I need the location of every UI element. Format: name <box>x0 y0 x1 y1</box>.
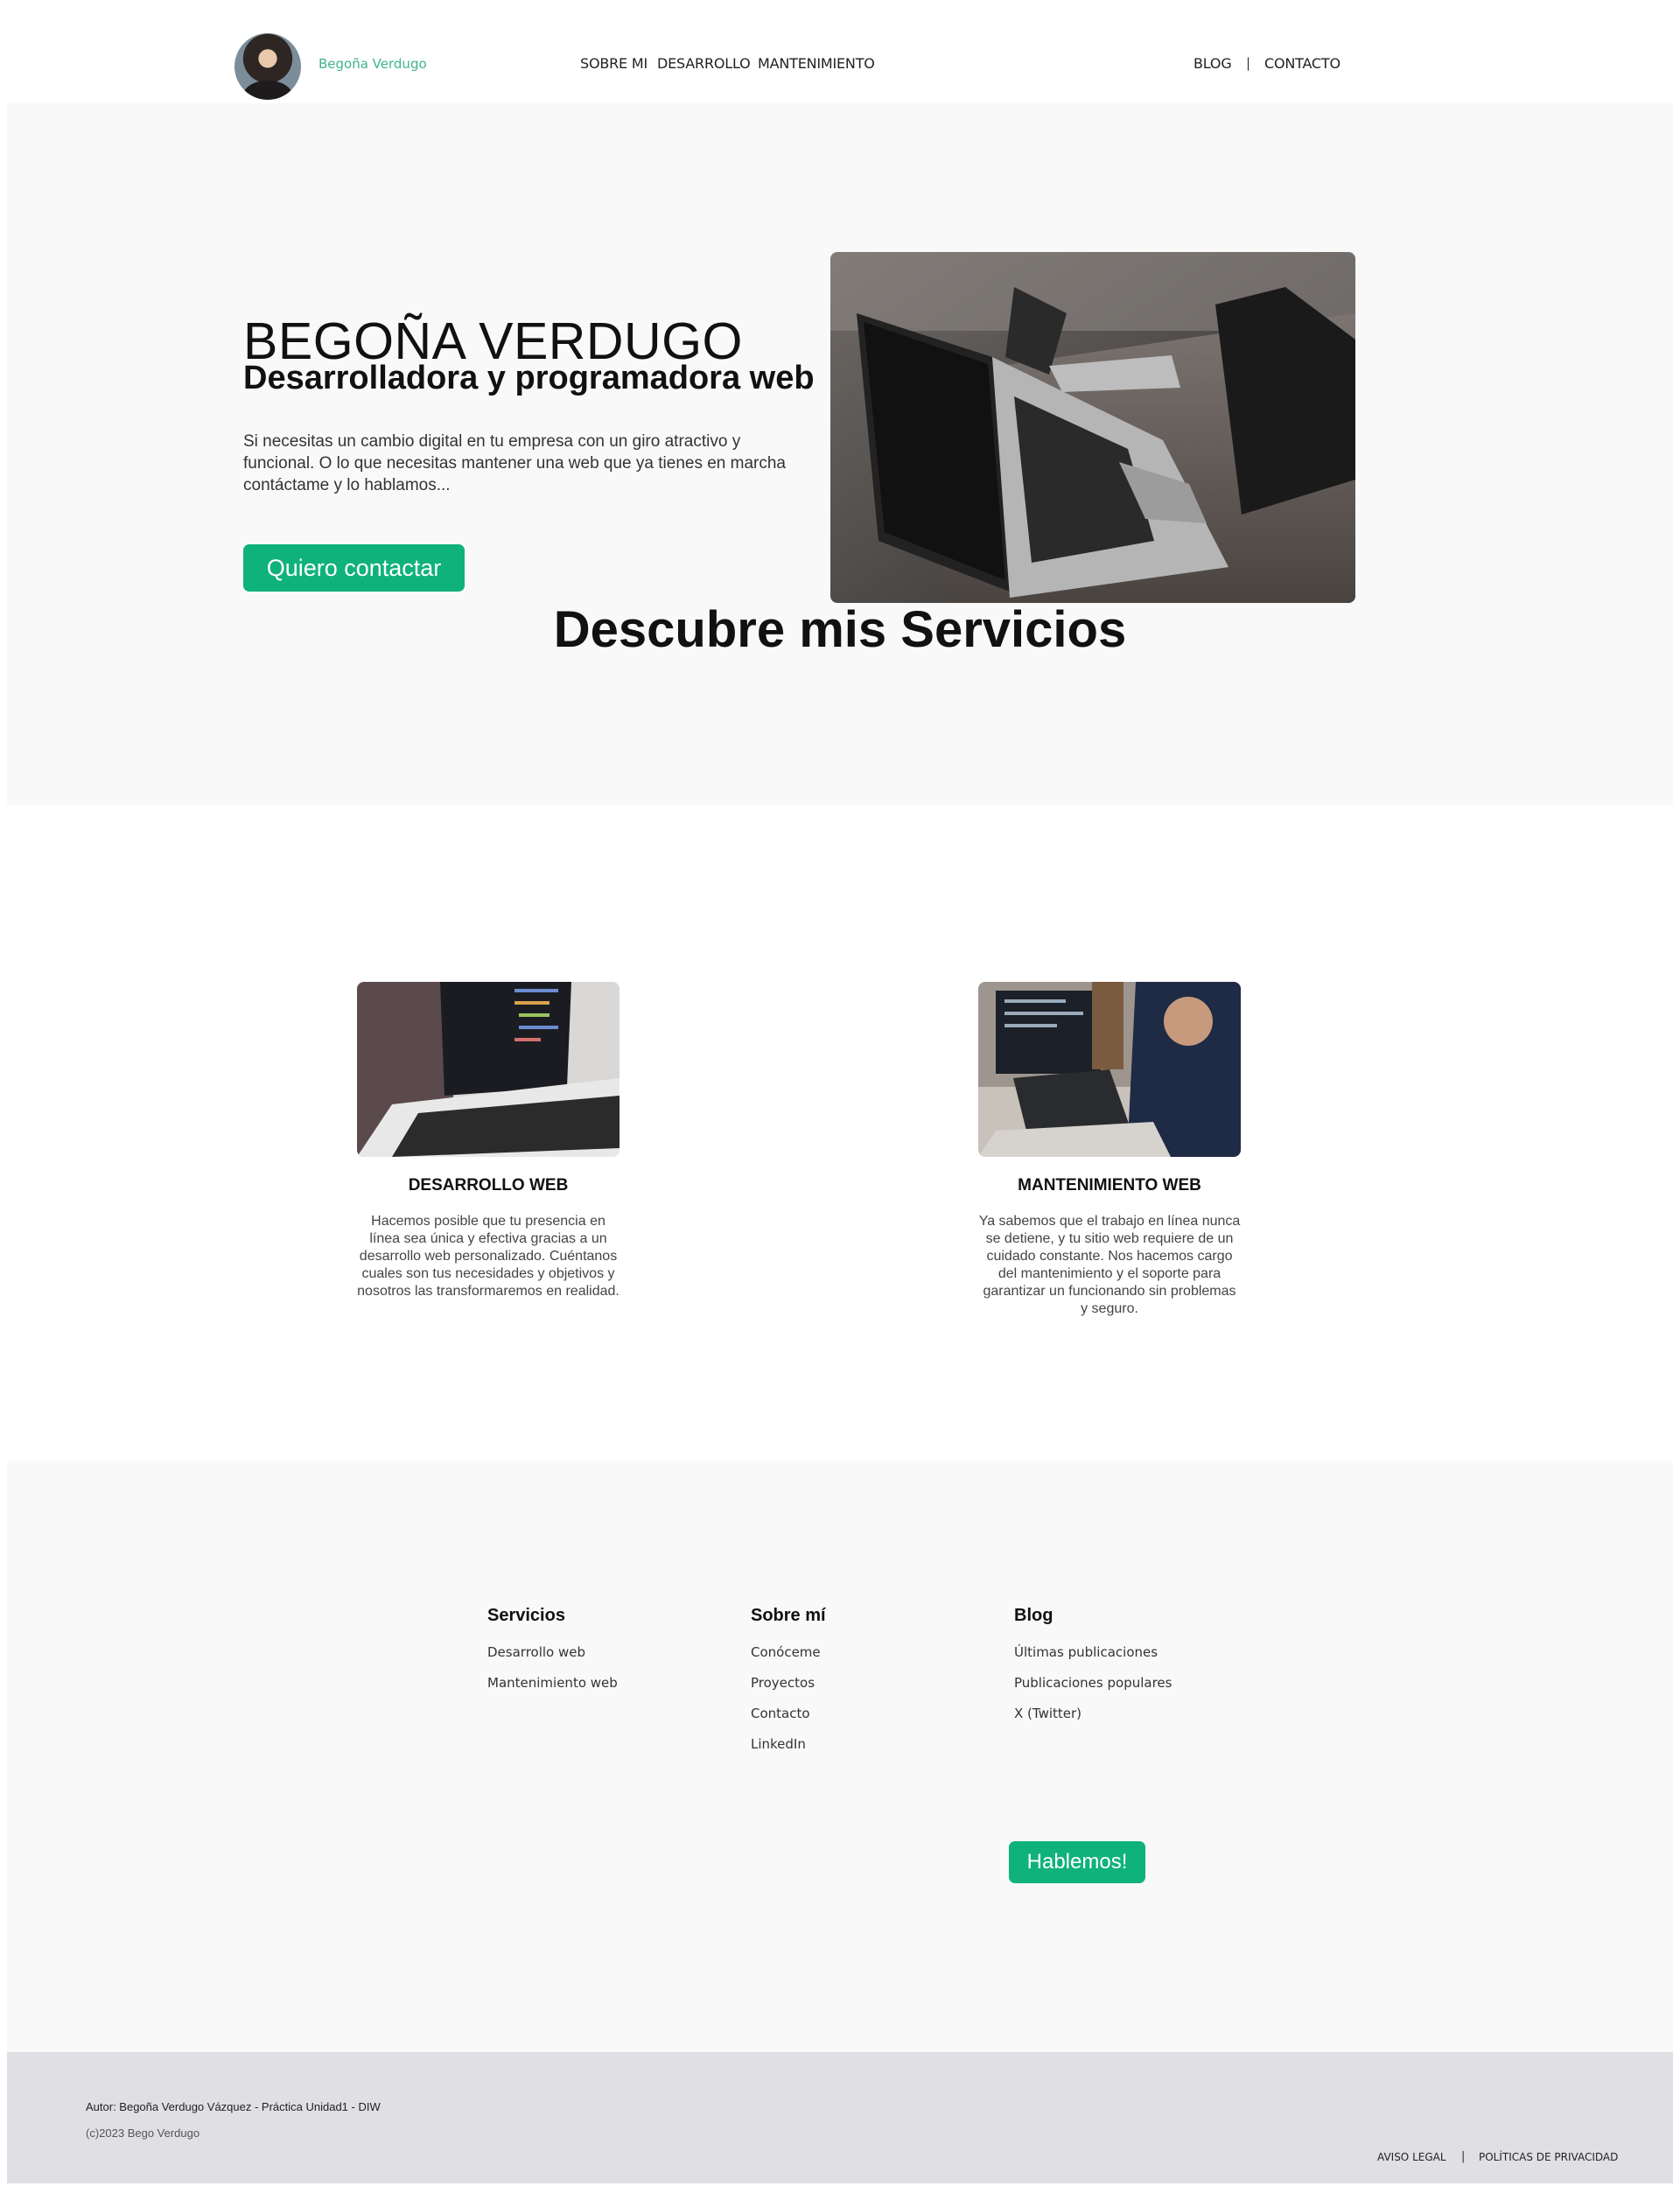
nav-contacto[interactable]: CONTACTO <box>1264 55 1340 72</box>
service-image-mantenimiento <box>978 982 1241 1157</box>
nav-mantenimiento[interactable]: MANTENIMIENTO <box>758 55 875 72</box>
footer-link-conoceme[interactable]: Conóceme <box>751 1644 821 1660</box>
nav-sobre-mi[interactable]: SOBRE MI <box>580 55 648 72</box>
footer-links-section <box>7 1461 1673 2052</box>
footer-link-contacto[interactable]: Contacto <box>751 1706 810 1721</box>
aviso-legal-link[interactable]: AVISO LEGAL <box>1377 2151 1446 2163</box>
privacy-policy-link[interactable]: POLÍTICAS DE PRIVACIDAD <box>1479 2151 1618 2163</box>
footer-link-twitter[interactable]: X (Twitter) <box>1014 1706 1082 1721</box>
nav-desarrollo[interactable]: DESARROLLO <box>657 55 751 72</box>
footer-link-linkedin[interactable]: LinkedIn <box>751 1736 806 1752</box>
hero-subtitle: Desarrolladora y programadora web <box>243 360 815 396</box>
author-credit: Autor: Begoña Verdugo Vázquez - Práctica… <box>86 2100 381 2113</box>
service-name-mantenimiento: MANTENIMIENTO WEB <box>1018 1176 1201 1195</box>
service-name-desarrollo: DESARROLLO WEB <box>408 1176 569 1195</box>
legal-separator: | <box>1461 2150 1466 2163</box>
service-description-mantenimiento: Ya sabemos que el trabajo en línea nunca… <box>978 1214 1241 1316</box>
nav-separator: | <box>1246 55 1251 71</box>
services-title: Descubre mis Servicios <box>553 601 1127 658</box>
footer-column-title-sobre-mi: Sobre mí <box>751 1606 826 1625</box>
footer-link-desarrollo-web[interactable]: Desarrollo web <box>487 1644 585 1660</box>
brand-link[interactable]: Begoña Verdugo <box>318 56 427 72</box>
avatar[interactable] <box>234 33 301 100</box>
bottom-bar <box>7 2052 1673 2183</box>
footer-link-proyectos[interactable]: Proyectos <box>751 1675 815 1691</box>
footer-link-mantenimiento-web[interactable]: Mantenimiento web <box>487 1675 618 1691</box>
hablemos-button[interactable]: Hablemos! <box>1009 1841 1145 1883</box>
service-description-desarrollo: Hacemos posible que tu presencia en líne… <box>357 1214 620 1299</box>
service-image-desarrollo <box>357 982 620 1157</box>
copyright: (c)2023 Bego Verdugo <box>86 2126 200 2140</box>
footer-column-title-servicios: Servicios <box>487 1606 565 1625</box>
nav-blog[interactable]: BLOG <box>1194 55 1232 72</box>
footer-column-title-blog: Blog <box>1014 1606 1054 1625</box>
site-header: Begoña Verdugo SOBRE MI DESARROLLO MANTE… <box>0 0 1680 103</box>
footer-link-publicaciones-populares[interactable]: Publicaciones populares <box>1014 1675 1172 1691</box>
hero-description: Si necesitas un cambio digital en tu emp… <box>243 432 786 494</box>
hero-section: BEGOÑA VERDUGO Desarrolladora y programa… <box>7 103 1673 805</box>
footer-link-ultimas-publicaciones[interactable]: Últimas publicaciones <box>1014 1644 1158 1660</box>
hero-laptop-image <box>830 252 1355 603</box>
avatar-shoulders <box>243 81 292 100</box>
contact-button[interactable]: Quiero contactar <box>243 544 465 592</box>
